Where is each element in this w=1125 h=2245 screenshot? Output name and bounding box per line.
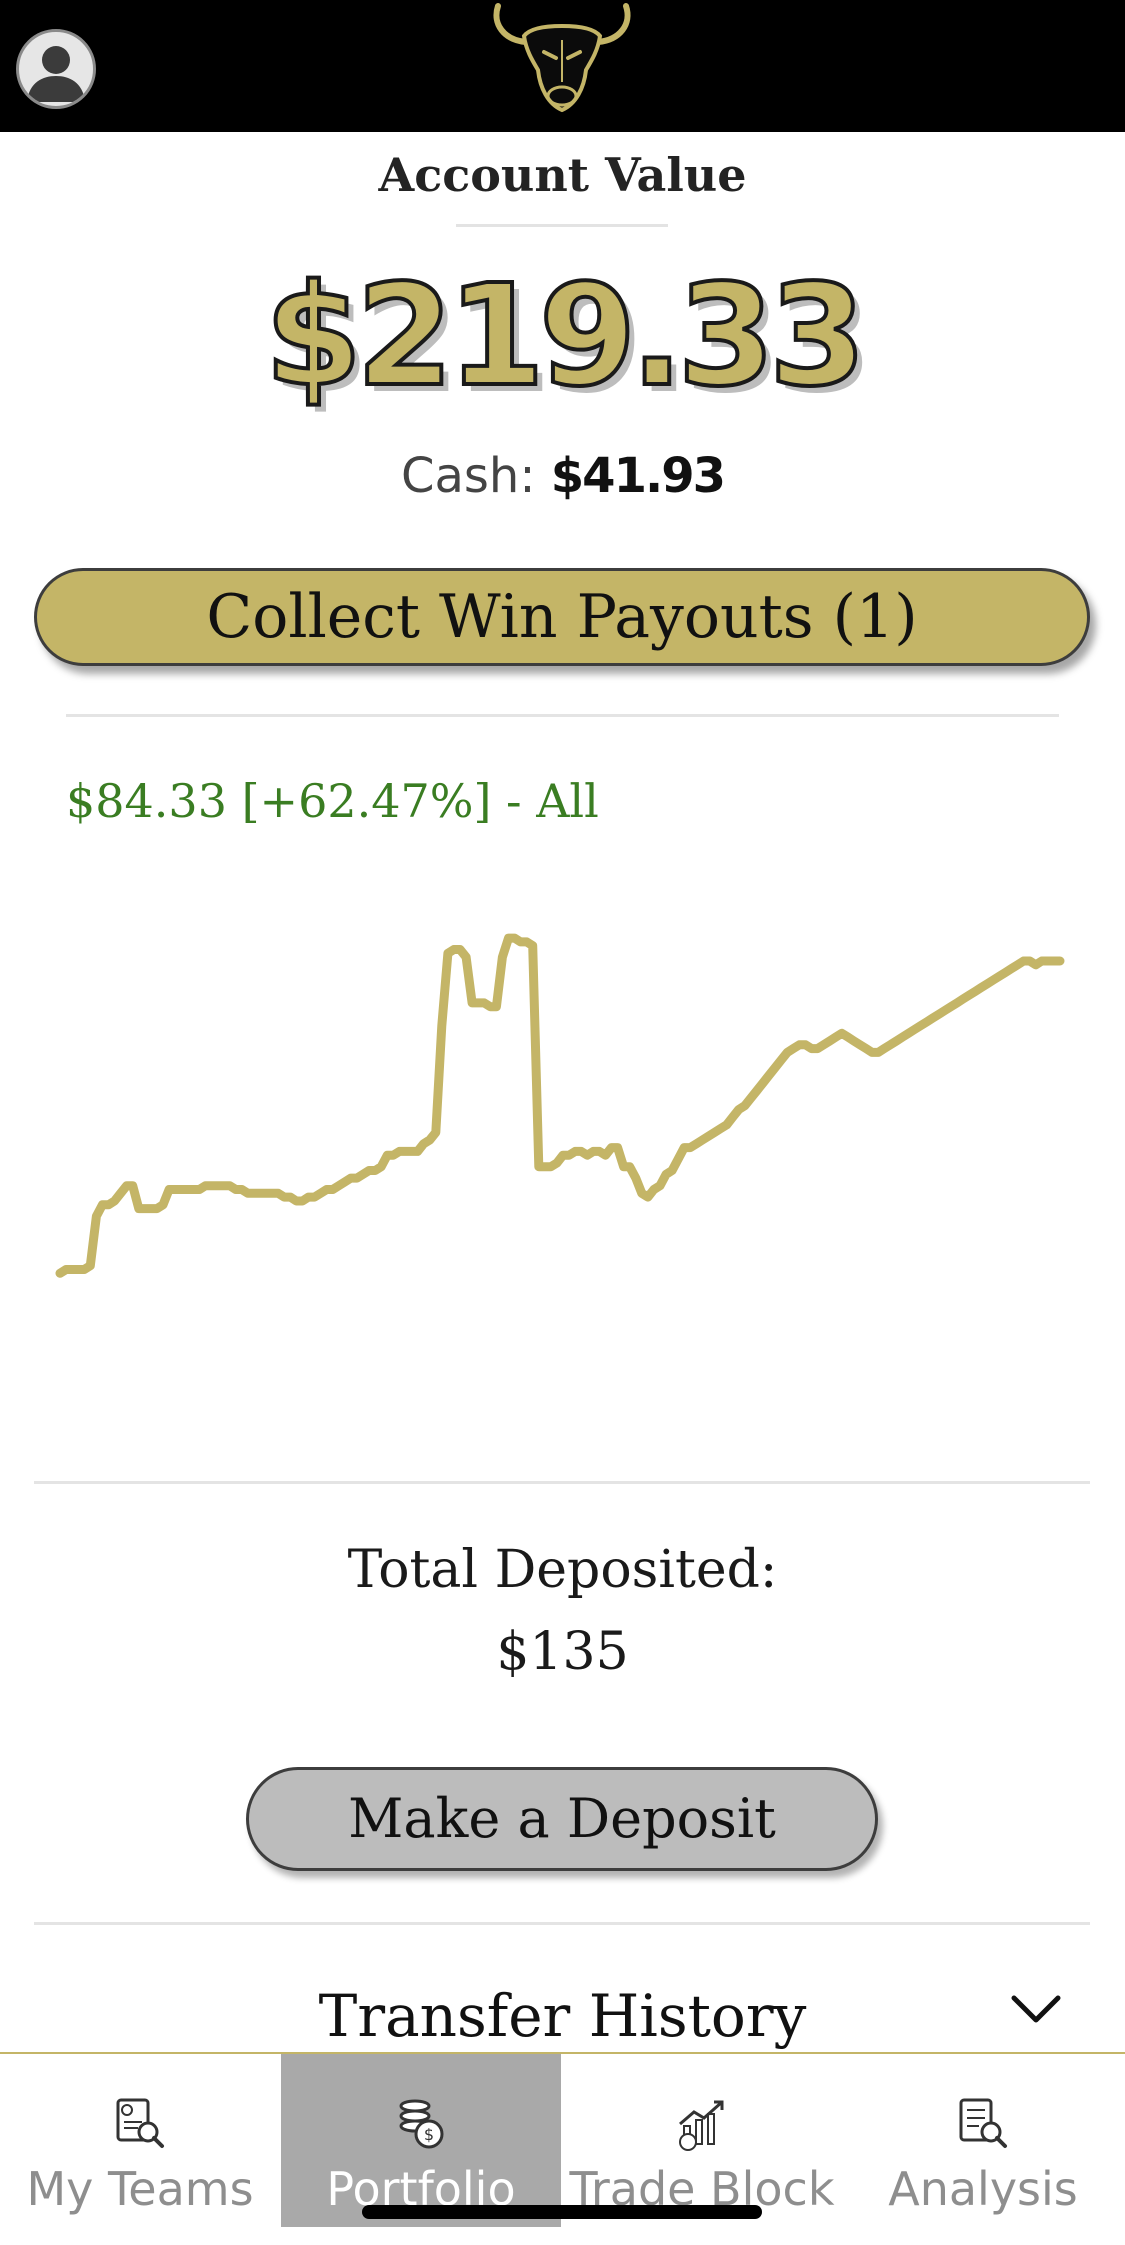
collect-win-payouts-button[interactable]: Collect Win Payouts (1) <box>34 568 1090 666</box>
bull-logo-icon[interactable] <box>486 0 638 116</box>
divider <box>66 714 1059 717</box>
team-report-icon <box>116 2098 164 2148</box>
divider <box>34 1922 1090 1925</box>
tab-my-teams[interactable]: My Teams <box>0 2054 280 2227</box>
divider <box>34 1481 1090 1484</box>
tab-trade-block[interactable]: Trade Block <box>562 2054 842 2227</box>
title-divider <box>456 224 668 227</box>
chevron-down-icon[interactable] <box>1008 1990 1064 2030</box>
top-bar <box>0 0 1125 132</box>
tab-analysis[interactable]: Analysis <box>843 2054 1123 2227</box>
account-value-amount: $219.33 <box>263 255 869 418</box>
performance-summary: $84.33 [+62.47%] - All <box>66 774 599 828</box>
total-deposited-label: Total Deposited: <box>347 1540 778 1600</box>
tab-label: Analysis <box>888 2162 1078 2216</box>
user-avatar-icon[interactable] <box>16 29 96 109</box>
cash-value: $41.93 <box>550 448 726 504</box>
transfer-history-header[interactable]: Transfer History <box>0 1982 1125 2050</box>
svg-text:$: $ <box>424 2125 434 2144</box>
make-deposit-button[interactable]: Make a Deposit <box>246 1767 878 1871</box>
growth-chart-icon <box>679 2100 724 2151</box>
total-deposited-value: $135 <box>496 1622 629 1682</box>
coins-icon: $ <box>399 2099 444 2149</box>
tab-label: My Teams <box>26 2162 254 2216</box>
cash-balance: Cash: $41.93 <box>0 448 1125 504</box>
tab-portfolio[interactable]: $ Portfolio <box>281 2054 561 2227</box>
portfolio-line-chart[interactable] <box>40 880 1080 1320</box>
home-indicator <box>362 2205 762 2219</box>
cash-label: Cash: <box>400 448 536 504</box>
analysis-report-icon <box>959 2098 1007 2148</box>
chart-series-line <box>55 933 1065 1278</box>
account-value-title: Account Value <box>378 148 747 202</box>
